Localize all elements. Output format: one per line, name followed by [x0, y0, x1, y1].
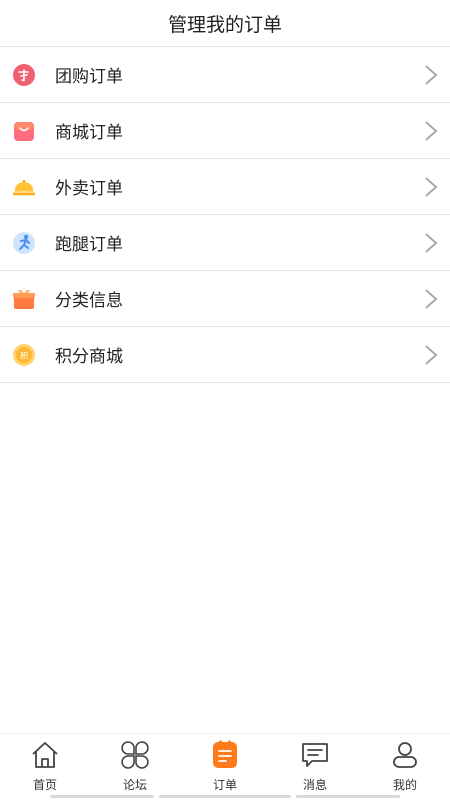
- chevron-right-icon: [425, 176, 438, 197]
- tab-home[interactable]: 首页: [0, 734, 90, 800]
- order-row-errand[interactable]: 跑腿订单: [0, 215, 450, 271]
- tab-label: 我的: [392, 778, 417, 792]
- order-row-label: 分类信息: [55, 291, 123, 311]
- page-header: 管理我的订单: [0, 0, 450, 46]
- tab-orders[interactable]: 订单: [180, 734, 270, 800]
- order-row-mall[interactable]: 商城订单: [0, 103, 450, 159]
- order-row-label: 跑腿订单: [55, 235, 123, 255]
- order-row-takeout[interactable]: 外卖订单: [0, 159, 450, 215]
- order-row-label: 外卖订单: [55, 179, 123, 199]
- chevron-right-icon: [425, 288, 438, 309]
- profile-icon: [393, 742, 417, 768]
- tab-forum[interactable]: 论坛: [90, 734, 180, 800]
- bottom-tab-bar: 首页 论坛 订单 消息 我的: [0, 733, 450, 800]
- tab-profile[interactable]: 我的: [360, 734, 450, 800]
- order-row-group-buy[interactable]: 团购订单: [0, 47, 450, 103]
- order-list: 团购订单 商城订单 外卖订单 跑腿订单 分类信息 积 积分商城: [0, 46, 450, 383]
- order-row-label: 商城订单: [55, 123, 123, 143]
- chevron-right-icon: [425, 120, 438, 141]
- tab-messages[interactable]: 消息: [270, 734, 360, 800]
- home-icon: [32, 742, 58, 768]
- order-row-classified[interactable]: 分类信息: [0, 271, 450, 327]
- orders-icon: [213, 740, 237, 768]
- page-title: 管理我的订单: [167, 13, 282, 36]
- tab-label: 论坛: [122, 778, 147, 792]
- home-indicator: [159, 795, 291, 798]
- svg-text:积: 积: [20, 350, 28, 360]
- group-buy-icon: [12, 63, 36, 87]
- order-row-label: 团购订单: [55, 67, 123, 87]
- home-indicator: [50, 795, 154, 798]
- message-icon: [302, 743, 328, 767]
- points-coin-icon: 积: [12, 343, 36, 367]
- order-row-label: 积分商城: [55, 347, 123, 367]
- chevron-right-icon: [425, 344, 438, 365]
- gift-box-icon: [12, 287, 36, 311]
- tab-label: 首页: [32, 778, 57, 792]
- tab-label: 消息: [302, 778, 327, 792]
- home-indicator: [296, 795, 400, 798]
- food-cloche-icon: [12, 175, 36, 199]
- chevron-right-icon: [425, 232, 438, 253]
- runner-icon: [12, 231, 36, 255]
- tab-label: 订单: [212, 778, 237, 792]
- shopping-bag-icon: [12, 119, 36, 143]
- chevron-right-icon: [425, 64, 438, 85]
- forum-icon: [121, 741, 149, 769]
- order-row-points-mall[interactable]: 积 积分商城: [0, 327, 450, 383]
